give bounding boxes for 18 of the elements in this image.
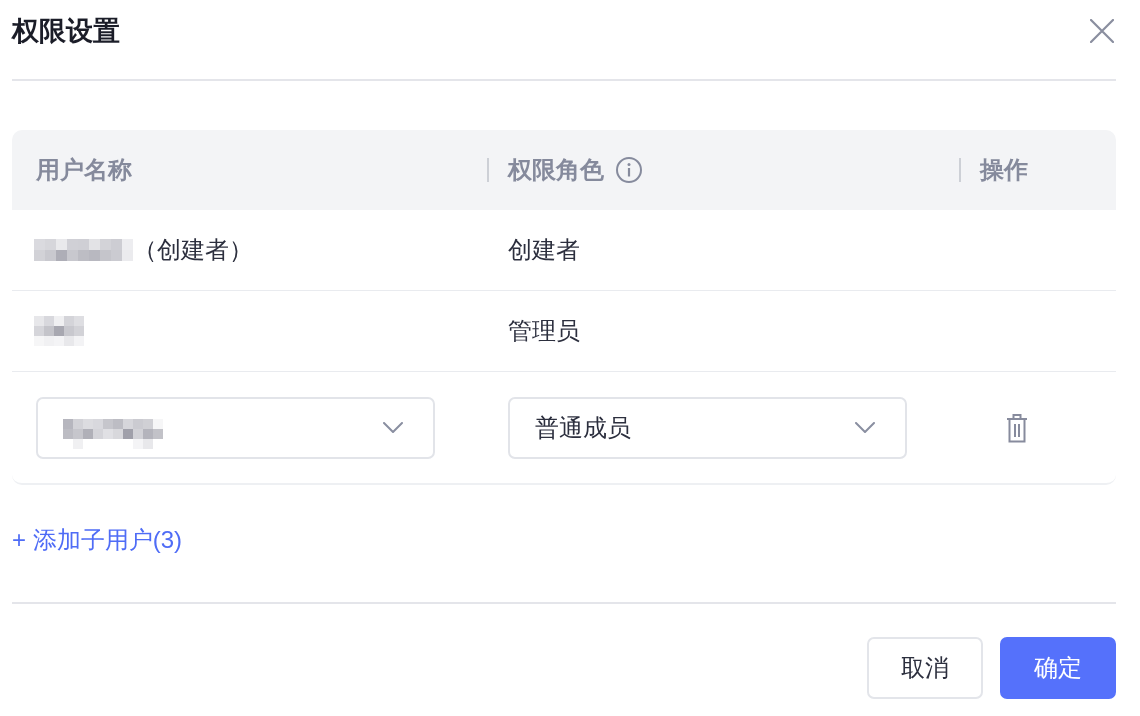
- chevron-down-icon: [855, 422, 875, 433]
- column-header: 操作: [980, 155, 1028, 185]
- pixelated-name: [34, 316, 84, 346]
- chevron-down-icon: [383, 422, 403, 433]
- column-header: 用户名称: [36, 155, 132, 185]
- role-label: 管理员: [508, 316, 580, 346]
- user-select[interactable]: [36, 396, 435, 459]
- dialog-title: 权限设置: [12, 15, 120, 48]
- close-icon: [1090, 19, 1114, 43]
- role-label: 创建者: [508, 235, 580, 265]
- cancel-button[interactable]: 取消: [867, 637, 983, 699]
- role-select[interactable]: 普通成员: [508, 396, 907, 459]
- add-sub-user-link[interactable]: + 添加子用户(3): [12, 525, 182, 555]
- confirm-button[interactable]: 确定: [1000, 637, 1116, 699]
- trash-icon: [1006, 412, 1028, 443]
- user-name-note: （创建者）: [133, 235, 253, 265]
- column-header: 权限角色: [508, 155, 604, 185]
- close-button[interactable]: [1090, 19, 1114, 43]
